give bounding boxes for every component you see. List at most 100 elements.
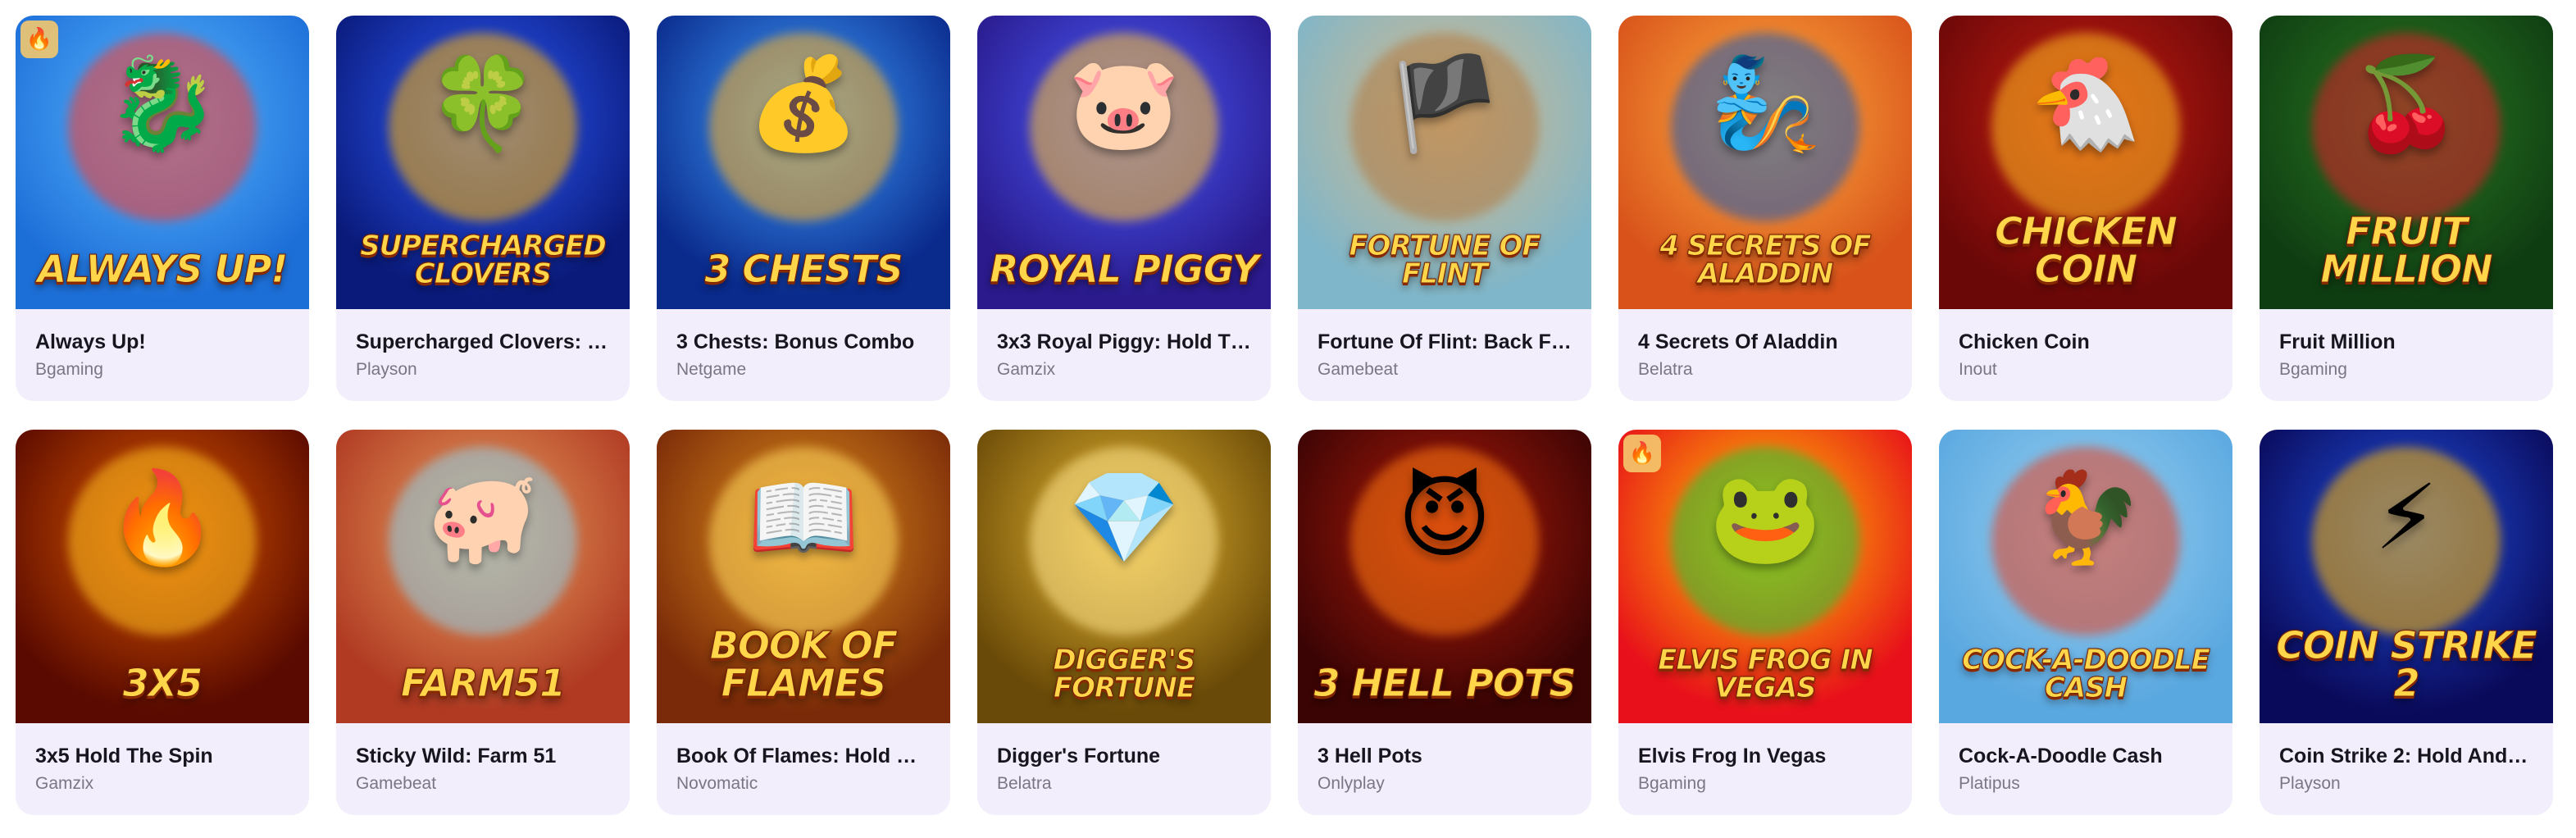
game-logo-text: 3 HELL POTS	[1313, 661, 1577, 705]
game-info: 3x5 Hold The Spin Gamzix	[16, 723, 309, 795]
game-thumbnail[interactable]: 🐷 ROYAL PIGGY	[977, 16, 1271, 309]
game-provider: Netgame	[676, 360, 747, 379]
game-art-icon: 🧞	[1709, 51, 1822, 157]
game-card[interactable]: 🐸 ELVIS FROG IN VEGAS 🔥 Elvis Frog In Vegas…	[1618, 430, 1912, 815]
game-title[interactable]: 3x5 Hold The Spin	[35, 743, 289, 769]
game-art-icon: 🐷	[1067, 51, 1181, 157]
game-title[interactable]: 4 Secrets Of Aladdin	[1638, 329, 1892, 355]
game-info: 4 Secrets Of Aladdin Belatra	[1618, 309, 1912, 381]
game-card[interactable]: 😈 3 HELL POTS 3 Hell Pots Onlyplay	[1298, 430, 1591, 815]
fire-icon: 🔥	[20, 20, 58, 58]
game-card[interactable]: 🐷 ROYAL PIGGY 3x3 Royal Piggy: Hold The Sp…	[977, 16, 1271, 401]
game-card[interactable]: 💎 DIGGER'S FORTUNE Digger's Fortune Belatra	[977, 430, 1271, 815]
game-art-icon: 🏴	[1388, 51, 1501, 157]
game-title[interactable]: Always Up!	[35, 329, 289, 355]
game-thumbnail[interactable]: 💎 DIGGER'S FORTUNE	[977, 430, 1271, 723]
game-title[interactable]: 3 Chests: Bonus Combo	[676, 329, 931, 355]
game-title[interactable]: Fortune Of Flint: Back For Gold	[1318, 329, 1572, 355]
game-thumbnail[interactable]: 🍒 FRUIT MILLION	[2260, 16, 2553, 309]
game-logo-text: ROYAL PIGGY	[990, 247, 1260, 291]
game-info: Always Up! Bgaming	[16, 309, 309, 381]
game-provider: Bgaming	[1638, 774, 1706, 793]
game-logo-text: FRUIT MILLION	[2320, 209, 2493, 291]
game-title[interactable]: Coin Strike 2: Hold And Win	[2279, 743, 2533, 769]
game-logo-text: FARM51	[400, 661, 566, 705]
game-art-icon: 🔥	[106, 465, 219, 571]
game-info: Elvis Frog In Vegas Bgaming	[1618, 723, 1912, 795]
game-thumbnail[interactable]: 📖 BOOK OF FLAMES	[657, 430, 950, 723]
game-art-icon: 🍒	[2350, 51, 2463, 157]
game-info: 3 Hell Pots Onlyplay	[1298, 723, 1591, 795]
game-title[interactable]: Fruit Million	[2279, 329, 2533, 355]
game-art-icon: 🍀	[426, 51, 539, 157]
game-logo-text: CHICKEN COIN	[1995, 209, 2178, 291]
game-thumbnail[interactable]: 😈 3 HELL POTS	[1298, 430, 1591, 723]
game-art-icon: 💰	[747, 51, 860, 157]
game-logo-text: 3X5	[122, 661, 203, 705]
game-card[interactable]: 🐓 COCK-A-DOODLE CASH Cock-A-Doodle Cash Pla…	[1939, 430, 2232, 815]
game-thumbnail[interactable]: 🍀 SUPERCHARGED CLOVERS	[336, 16, 630, 309]
game-title[interactable]: Sticky Wild: Farm 51	[356, 743, 610, 769]
game-thumbnail[interactable]: 💰 3 CHESTS	[657, 16, 950, 309]
game-provider: Belatra	[1638, 360, 1693, 379]
game-provider: Gamebeat	[356, 774, 437, 793]
game-art-icon: ⚡	[2374, 465, 2438, 571]
game-logo-text: COCK-A-DOODLE CASH	[1962, 644, 2211, 704]
game-info: Cock-A-Doodle Cash Platipus	[1939, 723, 2232, 795]
game-art-icon: 🐓	[2029, 465, 2142, 571]
game-title[interactable]: 3 Hell Pots	[1318, 743, 1572, 769]
game-title[interactable]: Digger's Fortune	[997, 743, 1251, 769]
game-logo-text: BOOK OF FLAMES	[709, 623, 898, 705]
game-thumbnail[interactable]: 🧞 4 SECRETS OF ALADDIN	[1618, 16, 1912, 309]
game-card[interactable]: 💰 3 CHESTS 3 Chests: Bonus Combo Netgame	[657, 16, 950, 401]
game-info: Coin Strike 2: Hold And Win Playson	[2260, 723, 2553, 795]
game-info: Book Of Flames: Hold & Win Novomatic	[657, 723, 950, 795]
game-info: Supercharged Clovers: Hold And Win Playso…	[336, 309, 630, 381]
game-title[interactable]: Chicken Coin	[1959, 329, 2213, 355]
game-card[interactable]: 🔥 3X5 3x5 Hold The Spin Gamzix	[16, 430, 309, 815]
game-thumbnail[interactable]: 🐖 FARM51	[336, 430, 630, 723]
game-provider: Belatra	[997, 774, 1052, 793]
game-title[interactable]: Book Of Flames: Hold & Win	[676, 743, 931, 769]
game-card[interactable]: 🐉 ALWAYS UP! 🔥 Always Up! Bgaming	[16, 16, 309, 401]
game-provider: Bgaming	[35, 360, 103, 379]
game-card[interactable]: 🐖 FARM51 Sticky Wild: Farm 51 Gamebeat	[336, 430, 630, 815]
game-card[interactable]: 🍒 FRUIT MILLION Fruit Million Bgaming	[2260, 16, 2553, 401]
game-logo-text: ALWAYS UP!	[37, 247, 289, 291]
game-title[interactable]: Cock-A-Doodle Cash	[1959, 743, 2213, 769]
game-card[interactable]: 📖 BOOK OF FLAMES Book Of Flames: Hold & Wi…	[657, 430, 950, 815]
game-art-icon: 📖	[747, 465, 860, 571]
game-provider: Bgaming	[2279, 360, 2347, 379]
game-provider: Playson	[356, 360, 417, 379]
game-thumbnail[interactable]: 🏴 FORTUNE OF FLINT	[1298, 16, 1591, 309]
game-thumbnail[interactable]: 🐓 COCK-A-DOODLE CASH	[1939, 430, 2232, 723]
game-art-icon: 🐖	[426, 465, 539, 571]
game-card[interactable]: 🧞 4 SECRETS OF ALADDIN 4 Secrets Of Aladdi…	[1618, 16, 1912, 401]
game-art-icon: 💎	[1067, 465, 1181, 571]
game-art-icon: 🐔	[2029, 51, 2142, 157]
game-thumbnail[interactable]: ⚡ COIN STRIKE 2	[2260, 430, 2553, 723]
game-provider: Playson	[2279, 774, 2341, 793]
game-card[interactable]: 🍀 SUPERCHARGED CLOVERS Supercharged Clover…	[336, 16, 630, 401]
game-logo-text: 4 SECRETS OF ALADDIN	[1659, 230, 1872, 290]
game-title[interactable]: Elvis Frog In Vegas	[1638, 743, 1892, 769]
game-info: Fortune Of Flint: Back For Gold Gamebeat	[1298, 309, 1591, 381]
game-title[interactable]: Supercharged Clovers: Hold And Win	[356, 329, 610, 355]
game-thumbnail[interactable]: 🐔 CHICKEN COIN	[1939, 16, 2232, 309]
game-card[interactable]: 🏴 FORTUNE OF FLINT Fortune Of Flint: Back …	[1298, 16, 1591, 401]
game-thumbnail[interactable]: 🐉 ALWAYS UP! 🔥	[16, 16, 309, 309]
game-card[interactable]: ⚡ COIN STRIKE 2 Coin Strike 2: Hold And Wi…	[2260, 430, 2553, 815]
game-info: 3 Chests: Bonus Combo Netgame	[657, 309, 950, 381]
game-card[interactable]: 🐔 CHICKEN COIN Chicken Coin Inout	[1939, 16, 2232, 401]
game-logo-text: SUPERCHARGED CLOVERS	[360, 230, 608, 290]
game-logo-text: COIN STRIKE 2	[2276, 623, 2538, 705]
game-info: Digger's Fortune Belatra	[977, 723, 1271, 795]
game-provider: Gamebeat	[1318, 360, 1399, 379]
game-provider: Gamzix	[997, 360, 1056, 379]
game-thumbnail[interactable]: 🐸 ELVIS FROG IN VEGAS 🔥	[1618, 430, 1912, 723]
game-logo-text: DIGGER'S FORTUNE	[1053, 644, 1196, 704]
game-art-icon: 😈	[1397, 465, 1492, 571]
game-thumbnail[interactable]: 🔥 3X5	[16, 430, 309, 723]
game-title[interactable]: 3x3 Royal Piggy: Hold The Spin	[997, 329, 1251, 355]
game-info: Chicken Coin Inout	[1939, 309, 2232, 381]
